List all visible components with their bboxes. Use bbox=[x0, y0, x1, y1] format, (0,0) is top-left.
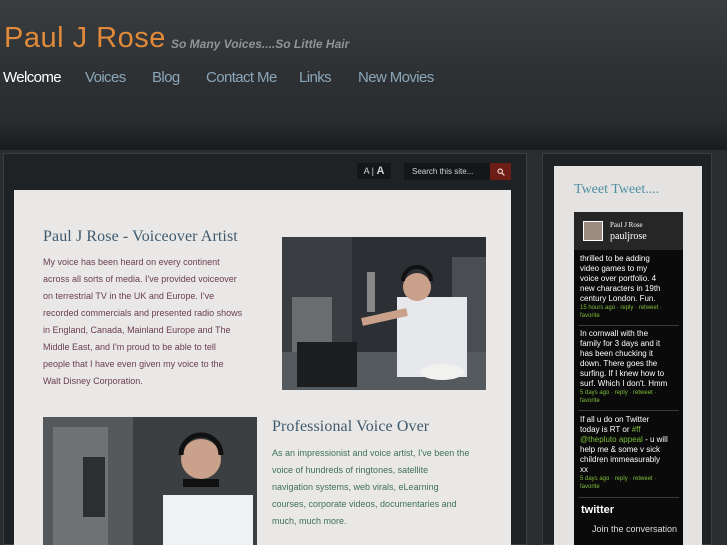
twitter-widget: Paul J Rose pauljrose thrilled to be add… bbox=[574, 212, 683, 545]
site-title[interactable]: Paul J Rose bbox=[4, 22, 166, 55]
tweet-line: new characters in 19th bbox=[580, 284, 661, 293]
tweet-line: If all u do on Twitter bbox=[580, 415, 650, 424]
body-line: As an impressionist and voice artist, I'… bbox=[272, 448, 470, 458]
tweet-meta[interactable]: 5 days ago · reply · retweet · bbox=[580, 389, 680, 397]
font-size-toggle: A | A bbox=[357, 163, 391, 179]
body-line: navigation systems, web virals, eLearnin… bbox=[272, 482, 439, 492]
tweet-divider bbox=[578, 325, 679, 326]
sidebar-title: Tweet Tweet.... bbox=[574, 182, 660, 197]
tweet-line: help me & some v sick bbox=[580, 445, 661, 454]
body-line: in England, Canada, Mainland Europe and … bbox=[43, 325, 231, 335]
body-line: on terrestrial TV in the UK and Europe. … bbox=[43, 291, 215, 301]
twitter-profile-header[interactable]: Paul J Rose pauljrose bbox=[574, 212, 683, 250]
join-conversation-link[interactable]: Join the conversation bbox=[592, 524, 677, 534]
body-line: Middle East, and I'm proud to be able to… bbox=[43, 342, 216, 352]
section-title-professional-voice-over: Professional Voice Over bbox=[272, 418, 430, 435]
body-line: across all sorts of media. I've provided… bbox=[43, 274, 237, 284]
nav-item-voices[interactable]: Voices bbox=[85, 69, 126, 86]
studio-photo-headphones bbox=[43, 417, 257, 545]
tweet-line: video games to my bbox=[580, 264, 648, 273]
tweet-meta[interactable]: favorite bbox=[580, 312, 680, 320]
nav-item-new-movies[interactable]: New Movies bbox=[358, 69, 434, 86]
tweet-line: In cornwall with the bbox=[580, 329, 649, 338]
tweet-line: down. There goes the bbox=[580, 359, 658, 368]
section-body-voiceover-artist: My voice has been heard on every contine… bbox=[43, 254, 273, 390]
tweet-line: family for 3 days and it bbox=[580, 339, 661, 348]
search-icon bbox=[496, 167, 505, 176]
tweet-meta[interactable]: 15 hours ago · reply · retweet · bbox=[580, 304, 680, 312]
site-tagline: So Many Voices....So Little Hair bbox=[171, 37, 350, 51]
body-line: recorded commercials and presented radio… bbox=[43, 308, 243, 318]
tweet-line: century London. Fun. bbox=[580, 294, 656, 303]
tweet-meta[interactable]: favorite bbox=[580, 483, 680, 491]
tweet-line: today is RT or #ff bbox=[580, 425, 680, 435]
tweet-item: In cornwall with the family for 3 days a… bbox=[580, 329, 680, 405]
tweet-item: If all u do on Twitter today is RT or #f… bbox=[580, 415, 680, 491]
tweet-line: thrilled to be adding bbox=[580, 254, 650, 263]
tweet-line: @thepluto appeal - u will bbox=[580, 435, 680, 445]
nav-item-links[interactable]: Links bbox=[299, 69, 332, 86]
tweet-hashtag-link[interactable]: #ff bbox=[632, 425, 641, 434]
studio-photo-laughing bbox=[282, 237, 486, 390]
tweet-meta[interactable]: 5 days ago · reply · retweet · bbox=[580, 475, 680, 483]
body-line: voice of hundreds of ringtones, satellit… bbox=[272, 465, 429, 475]
tweet-line: children immeasurably bbox=[580, 455, 661, 464]
tweet-line: xx bbox=[580, 465, 588, 474]
tweet-line: surfing. If I knew how to bbox=[580, 369, 665, 378]
twitter-display-name: Paul J Rose bbox=[610, 221, 643, 229]
tweet-text: - u will bbox=[642, 435, 668, 444]
search-input[interactable] bbox=[404, 163, 490, 180]
tweet-divider bbox=[578, 497, 679, 498]
tweet-meta[interactable]: favorite bbox=[580, 397, 680, 405]
section-body-professional-voice-over: As an impressionist and voice artist, I'… bbox=[272, 445, 502, 530]
nav-item-contact-me[interactable]: Contact Me bbox=[206, 69, 277, 86]
font-smaller-button[interactable]: A bbox=[364, 166, 370, 176]
body-line: much, much more. bbox=[272, 516, 347, 526]
body-line: Walt Disney Corporation. bbox=[43, 376, 143, 386]
search-button[interactable] bbox=[490, 163, 511, 180]
tweet-line: voice over portfolio. 4 bbox=[580, 274, 657, 283]
section-title-voiceover-artist: Paul J Rose - Voiceover Artist bbox=[43, 228, 238, 245]
body-line: My voice has been heard on every contine… bbox=[43, 257, 220, 267]
tweet-line: has been chucking it bbox=[580, 349, 653, 358]
tweet-text: today is RT or bbox=[580, 425, 632, 434]
body-line: people that I have even given my voice t… bbox=[43, 359, 224, 369]
search-box bbox=[404, 163, 511, 180]
twitter-handle[interactable]: pauljrose bbox=[610, 231, 647, 242]
tweet-divider bbox=[578, 410, 679, 411]
twitter-logo[interactable]: twitter bbox=[581, 504, 614, 516]
nav-item-blog[interactable]: Blog bbox=[152, 69, 180, 86]
nav-item-welcome[interactable]: Welcome bbox=[3, 69, 62, 86]
font-size-separator: | bbox=[371, 166, 374, 176]
tweet-mention-link[interactable]: @thepluto appeal bbox=[580, 435, 643, 444]
tweet-item: thrilled to be adding video games to my … bbox=[580, 254, 680, 320]
tweet-line: surf. Which I don't. Hmm bbox=[580, 379, 668, 388]
font-larger-button[interactable]: A bbox=[376, 165, 384, 177]
avatar[interactable] bbox=[583, 221, 603, 241]
body-line: courses, corporate videos, documentaries… bbox=[272, 499, 457, 509]
